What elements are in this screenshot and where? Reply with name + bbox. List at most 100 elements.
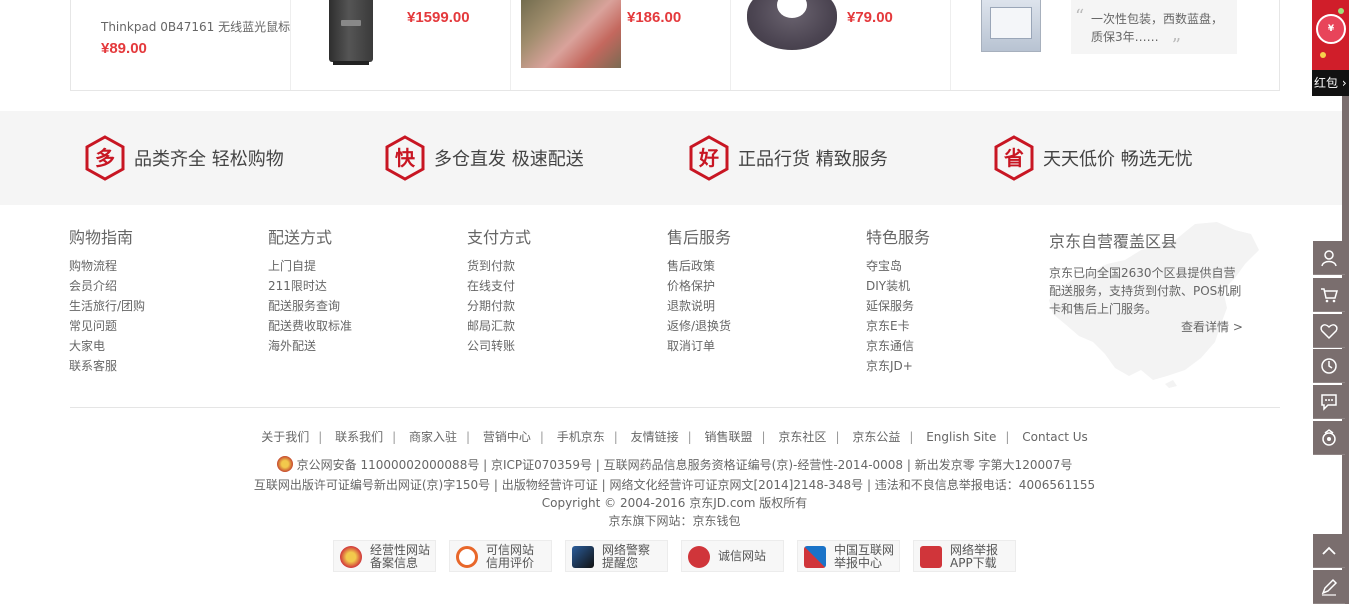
help-link[interactable]: 购物流程 [69, 256, 145, 276]
help-link[interactable]: 联系客服 [69, 356, 145, 376]
view-details-link[interactable]: 查看详情 > [1181, 318, 1243, 335]
sister-sites-line[interactable]: 京东旗下网站：京东钱包 [0, 512, 1349, 530]
review-quote: “ 一次性包装，西数蓝盘，质保3年…… ” [1071, 0, 1237, 56]
footer-link[interactable]: English Site [926, 430, 996, 444]
footer-link[interactable]: Contact Us [1022, 430, 1088, 444]
red-packet-banner[interactable]: ¥ [1312, 0, 1349, 70]
product-card[interactable]: ¥186.00 [511, 0, 731, 90]
help-column-guide: 购物指南 购物流程 会员介绍 生活旅行/团购 常见问题 大家电 联系客服 [69, 228, 145, 376]
red-packet-icon: ¥ [1316, 14, 1346, 44]
heart-icon [1320, 324, 1338, 340]
service-text: 正品行货 精致服务 [738, 149, 888, 170]
product-price: ¥89.00 [101, 40, 147, 57]
review-text: 一次性包装，西数蓝盘，质保3年…… [1091, 12, 1224, 44]
copyright-line: Copyright © 2004-2016 京东JD.com 版权所有 [541, 496, 808, 510]
footer-link[interactable]: 京东公益 [852, 430, 900, 444]
service-item: 省 天天低价 畅选无忧 [993, 135, 1193, 181]
help-link[interactable]: 售后政策 [667, 256, 731, 276]
help-column-title: 支付方式 [467, 228, 532, 247]
help-link[interactable]: 邮局汇款 [467, 316, 531, 336]
toolbar-history-button[interactable] [1313, 349, 1345, 383]
footer-link[interactable]: 联系我们 [335, 430, 383, 444]
help-link[interactable]: 京东JD+ [866, 356, 930, 376]
back-to-top-button[interactable] [1313, 534, 1345, 568]
help-link[interactable]: 配送服务查询 [268, 296, 352, 316]
red-packet-label[interactable]: 红包 › [1312, 70, 1349, 96]
message-icon [1321, 394, 1337, 411]
help-link[interactable]: 配送费收取标准 [268, 316, 352, 336]
footer-link[interactable]: 京东社区 [778, 430, 826, 444]
footer-link[interactable]: 关于我们 [261, 430, 309, 444]
badge-trusted-site[interactable]: 可信网站 信用评价 [449, 540, 552, 572]
product-image-pillow[interactable] [747, 0, 837, 50]
help-link[interactable]: 返修/退换货 [667, 316, 731, 336]
footer-divider [70, 407, 1280, 408]
shield-emblem-icon [340, 546, 362, 568]
help-link[interactable]: 常见问题 [69, 316, 145, 336]
help-link[interactable]: 夺宝岛 [866, 256, 930, 276]
help-link[interactable]: 价格保护 [667, 276, 731, 296]
help-link[interactable]: 生活旅行/团购 [69, 296, 145, 316]
footer-link[interactable]: 销售联盟 [705, 430, 753, 444]
help-link[interactable]: 211限时达 [268, 276, 352, 296]
toolbar-message-button[interactable] [1313, 385, 1345, 419]
product-image-printer[interactable] [329, 0, 373, 65]
toolbar-user-button[interactable] [1313, 241, 1345, 275]
product-card[interactable]: “ 一次性包装，西数蓝盘，质保3年…… ” [951, 0, 1261, 90]
coverage-panel: 京东自营覆盖区县 京东已向全国2630个区县提供自营配送服务，支持货到付款、PO… [1035, 220, 1280, 390]
toolbar-cart-button[interactable] [1313, 278, 1345, 312]
hexagon-badge-icon: 省 [993, 135, 1035, 181]
download-app-icon [920, 546, 942, 568]
close-quote-icon: ” [1171, 35, 1181, 56]
service-text: 天天低价 畅选无忧 [1043, 149, 1193, 170]
badge-report-app[interactable]: 网络举报 APP下载 [913, 540, 1016, 572]
help-column-delivery: 配送方式 上门自提 211限时达 配送服务查询 配送费收取标准 海外配送 [268, 228, 352, 356]
report-center-icon [804, 546, 826, 568]
footer-link[interactable]: 手机京东 [557, 430, 605, 444]
service-item: 多 品类齐全 轻松购物 [84, 135, 284, 181]
help-link[interactable]: 在线支付 [467, 276, 531, 296]
help-link[interactable]: 分期付款 [467, 296, 531, 316]
product-name[interactable]: Thinkpad 0B47161 无线蓝光鼠标（ [101, 18, 290, 35]
service-promise-band: 多 品类齐全 轻松购物 快 多仓直发 极速配送 好 正品行货 精致服务 省 天天… [0, 111, 1342, 205]
hexagon-badge-icon: 多 [84, 135, 126, 181]
help-link[interactable]: 公司转账 [467, 336, 531, 356]
badge-internet-report[interactable]: 中国互联网 举报中心 [797, 540, 900, 572]
integrity-seal-icon [688, 546, 710, 568]
badge-integrity-site[interactable]: 诚信网站 [681, 540, 784, 572]
badge-cyber-police[interactable]: 网络警察 提醒您 [565, 540, 668, 572]
footer-link[interactable]: 营销中心 [483, 430, 531, 444]
help-link[interactable]: 延保服务 [866, 296, 930, 316]
help-link[interactable]: DIY装机 [866, 276, 930, 296]
help-link[interactable]: 上门自提 [268, 256, 352, 276]
product-card[interactable]: Thinkpad 0B47161 无线蓝光鼠标（ ¥89.00 [71, 0, 291, 90]
feedback-button[interactable] [1313, 570, 1345, 604]
coverage-description: 京东已向全国2630个区县提供自营配送服务，支持货到付款、POS机刷卡和售后上门… [1049, 266, 1242, 316]
trust-badges: 经营性网站 备案信息 可信网站 信用评价 网络警察 提醒您 诚信网站 中国互联网 举报中… [333, 540, 1023, 572]
help-link[interactable]: 货到付款 [467, 256, 531, 276]
footer-link[interactable]: 商家入驻 [409, 430, 457, 444]
service-text: 多仓直发 极速配送 [434, 149, 584, 170]
product-card[interactable]: ¥1599.00 [291, 0, 511, 90]
product-card[interactable]: ¥79.00 [731, 0, 951, 90]
service-item: 好 正品行货 精致服务 [688, 135, 888, 181]
badge-business-filing[interactable]: 经营性网站 备案信息 [333, 540, 436, 572]
copyright-line[interactable]: 互联网出版许可证编号新出网证(京)字150号 | 出版物经营许可证 | 网络文化… [0, 476, 1349, 494]
product-image-dress[interactable] [521, 0, 621, 68]
toolbar-favorites-button[interactable] [1313, 314, 1345, 348]
feedback-icon [1321, 578, 1338, 596]
help-link[interactable]: 京东通信 [866, 336, 930, 356]
footer-link[interactable]: 友情链接 [631, 430, 679, 444]
help-link[interactable]: 会员介绍 [69, 276, 145, 296]
help-link[interactable]: 海外配送 [268, 336, 352, 356]
help-link[interactable]: 京东E卡 [866, 316, 930, 336]
product-image-disk[interactable] [981, 0, 1041, 52]
service-item: 快 多仓直发 极速配送 [384, 135, 584, 181]
toolbar-service-button[interactable] [1313, 421, 1345, 455]
history-icon [1321, 358, 1337, 374]
help-column-title: 特色服务 [866, 228, 931, 247]
help-link[interactable]: 退款说明 [667, 296, 731, 316]
help-link[interactable]: 大家电 [69, 336, 145, 356]
help-link[interactable]: 取消订单 [667, 336, 731, 356]
footer-links: 关于我们 | 联系我们 | 商家入驻 | 营销中心 | 手机京东 | 友情链接 | 销售联盟… [261, 430, 1088, 444]
